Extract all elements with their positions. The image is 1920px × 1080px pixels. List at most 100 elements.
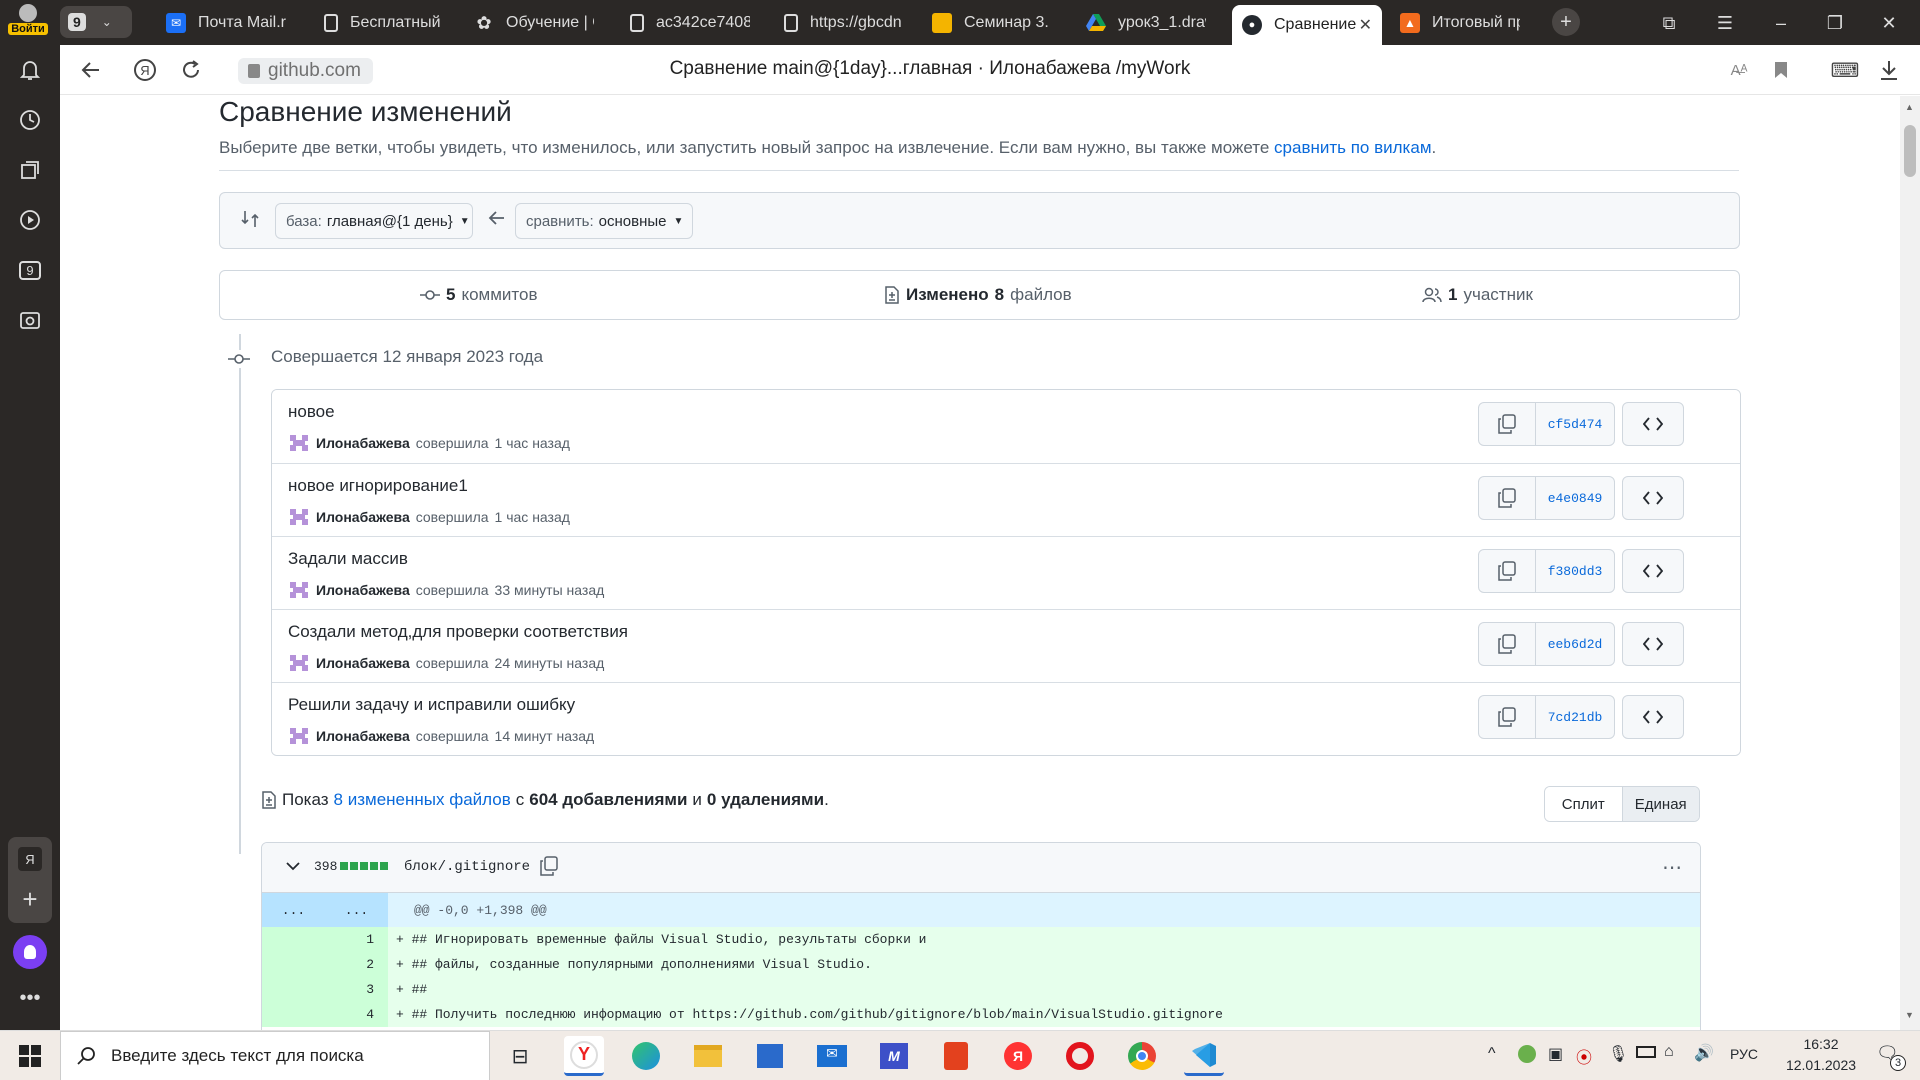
reading-icon[interactable]: ⌨ [1830, 55, 1860, 85]
page-scrollbar[interactable]: ▲ ▼ [1900, 96, 1920, 1030]
commit-sha-link[interactable]: e4e0849 [1535, 476, 1615, 520]
clock-time[interactable]: 16:32 [1778, 1036, 1864, 1052]
hunk-expand-right[interactable]: ... [325, 903, 388, 918]
base-branch-button[interactable]: база: главная@{1 день} ▼ [275, 203, 473, 239]
more-icon[interactable]: ••• [15, 987, 45, 1010]
split-view-button[interactable]: Сплит [1545, 787, 1623, 821]
avatar[interactable] [288, 726, 310, 746]
scroll-up-icon[interactable]: ▲ [1905, 102, 1914, 112]
chevron-down-icon[interactable] [286, 861, 300, 871]
commit-sha-link[interactable]: eeb6d2d [1535, 622, 1615, 666]
scrollbar-thumb[interactable] [1904, 125, 1916, 177]
edge-icon[interactable] [626, 1036, 666, 1076]
avatar[interactable] [288, 507, 310, 527]
copy-sha-button[interactable] [1478, 622, 1536, 666]
commit-author[interactable]: Илонабажева [316, 728, 410, 744]
copy-sha-button[interactable] [1478, 476, 1536, 520]
bookmark-icon[interactable] [1766, 55, 1796, 85]
tabs-badge-icon[interactable]: 9 [15, 255, 45, 285]
profile-button[interactable]: Я [18, 847, 42, 871]
changed-files-link[interactable]: 8 измененных файлов [334, 790, 511, 810]
download-icon[interactable] [1874, 55, 1904, 85]
bell-icon[interactable] [15, 55, 45, 85]
windows-start-icon[interactable] [10, 1036, 50, 1076]
commit-sha-link[interactable]: f380dd3 [1535, 549, 1615, 593]
commit-message[interactable]: Решили задачу и исправили ошибку [288, 695, 575, 715]
hunk-expand-left[interactable]: ... [262, 903, 325, 918]
store-icon[interactable] [750, 1036, 790, 1076]
mail-app-icon[interactable]: ✉ [812, 1036, 852, 1076]
vscode-icon[interactable] [1184, 1036, 1224, 1076]
tab-training[interactable]: ✿ Обучение | G [464, 3, 604, 43]
office-icon[interactable] [936, 1036, 976, 1076]
language-indicator[interactable]: РУС [1730, 1046, 1758, 1062]
line-number-left[interactable] [262, 927, 325, 952]
taskbar-search[interactable]: Введите здесь текст для поиска [60, 1031, 490, 1080]
browse-repo-button[interactable] [1622, 402, 1684, 446]
commit-author[interactable]: Илонабажева [316, 435, 410, 451]
line-number-right[interactable]: 2 [325, 952, 388, 977]
editor-icon[interactable]: M [874, 1036, 914, 1076]
tab-counter[interactable]: 9 ⌄ [60, 6, 132, 38]
line-number-right[interactable]: 1 [325, 927, 388, 952]
contributors-stat[interactable]: 1 участник [1422, 271, 1533, 319]
tab-drawio[interactable]: урок3_1.draw [1076, 3, 1216, 43]
restore-icon[interactable]: ❐ [1820, 8, 1850, 38]
files-stat[interactable]: Изменено 8 файлов [884, 271, 1072, 319]
screenshot-icon[interactable] [15, 305, 45, 335]
tray-device-icon[interactable]: ▣ [1548, 1044, 1563, 1064]
browse-repo-button[interactable] [1622, 622, 1684, 666]
add-icon[interactable]: + [18, 886, 42, 912]
tab-seminar[interactable]: Семинар 3. 3 [922, 3, 1062, 43]
line-number-left[interactable] [262, 1002, 325, 1027]
battery-icon[interactable] [1636, 1046, 1656, 1058]
commit-sha-link[interactable]: 7cd21db [1535, 695, 1615, 739]
tab-ac342[interactable]: ac342ce7408 [620, 3, 760, 43]
commit-message[interactable]: новое [288, 402, 335, 422]
alice-icon[interactable] [13, 935, 47, 969]
wifi-icon[interactable]: ⌂ [1664, 1043, 1674, 1061]
avatar[interactable] [288, 433, 310, 453]
chrome-icon[interactable] [1122, 1036, 1162, 1076]
login-avatar[interactable]: Войти [8, 4, 48, 42]
copy-sha-button[interactable] [1478, 695, 1536, 739]
close-icon[interactable]: ✕ [1359, 15, 1372, 35]
file-path[interactable]: блок/.gitignore [404, 859, 530, 875]
kebab-menu-icon[interactable]: ⋯ [1662, 855, 1682, 880]
clock-date[interactable]: 12.01.2023 [1778, 1057, 1864, 1073]
copy-sha-button[interactable] [1478, 549, 1536, 593]
collections-icon[interactable]: ⧉ [1654, 8, 1684, 38]
commit-message[interactable]: Создали метод,для проверки соответствия [288, 622, 628, 642]
tab-mail[interactable]: ✉ Почта Mail.ru [156, 3, 296, 43]
tab-github-compare[interactable]: ● Сравнение ✕ [1232, 5, 1382, 45]
line-number-right[interactable]: 3 [325, 977, 388, 1002]
task-view-icon[interactable]: ⊟ [500, 1036, 540, 1076]
copy-icon[interactable] [540, 856, 558, 876]
close-window-icon[interactable]: ✕ [1874, 8, 1904, 38]
volume-icon[interactable]: 🔊 [1694, 1043, 1714, 1063]
yandex-browser-icon[interactable]: Y [564, 1036, 604, 1076]
avatar[interactable] [288, 580, 310, 600]
tab-gbcdn[interactable]: https://gbcdn [774, 3, 914, 43]
tab-free[interactable]: Бесплатный с [314, 3, 454, 43]
commits-stat[interactable]: 5 коммитов [420, 271, 538, 319]
tray-chevron-icon[interactable]: ^ [1488, 1045, 1496, 1063]
microphone-icon[interactable]: 🎙 [1608, 1044, 1628, 1064]
commit-sha-link[interactable]: cf5d474 [1535, 402, 1615, 446]
translate-icon[interactable]: A̶ᴬ [1724, 55, 1754, 85]
commit-message[interactable]: новое игнорирование1 [288, 476, 468, 496]
compare-forks-link[interactable]: сравнить по вилкам [1274, 138, 1431, 157]
play-icon[interactable] [15, 205, 45, 235]
browse-repo-button[interactable] [1622, 476, 1684, 520]
compare-branch-button[interactable]: сравнить: основные ▼ [515, 203, 693, 239]
new-tab-icon[interactable]: + [1552, 8, 1580, 36]
line-number-left[interactable] [262, 952, 325, 977]
browse-repo-button[interactable] [1622, 549, 1684, 593]
browse-repo-button[interactable] [1622, 695, 1684, 739]
menu-icon[interactable]: ☰ [1710, 8, 1740, 38]
unified-view-button[interactable]: Единая [1622, 787, 1699, 821]
copy-sha-button[interactable] [1478, 402, 1536, 446]
tab-final[interactable]: ▲ Итоговый пр [1390, 3, 1530, 43]
opera-icon[interactable] [1060, 1036, 1100, 1076]
collections-sidebar-icon[interactable] [15, 155, 45, 185]
